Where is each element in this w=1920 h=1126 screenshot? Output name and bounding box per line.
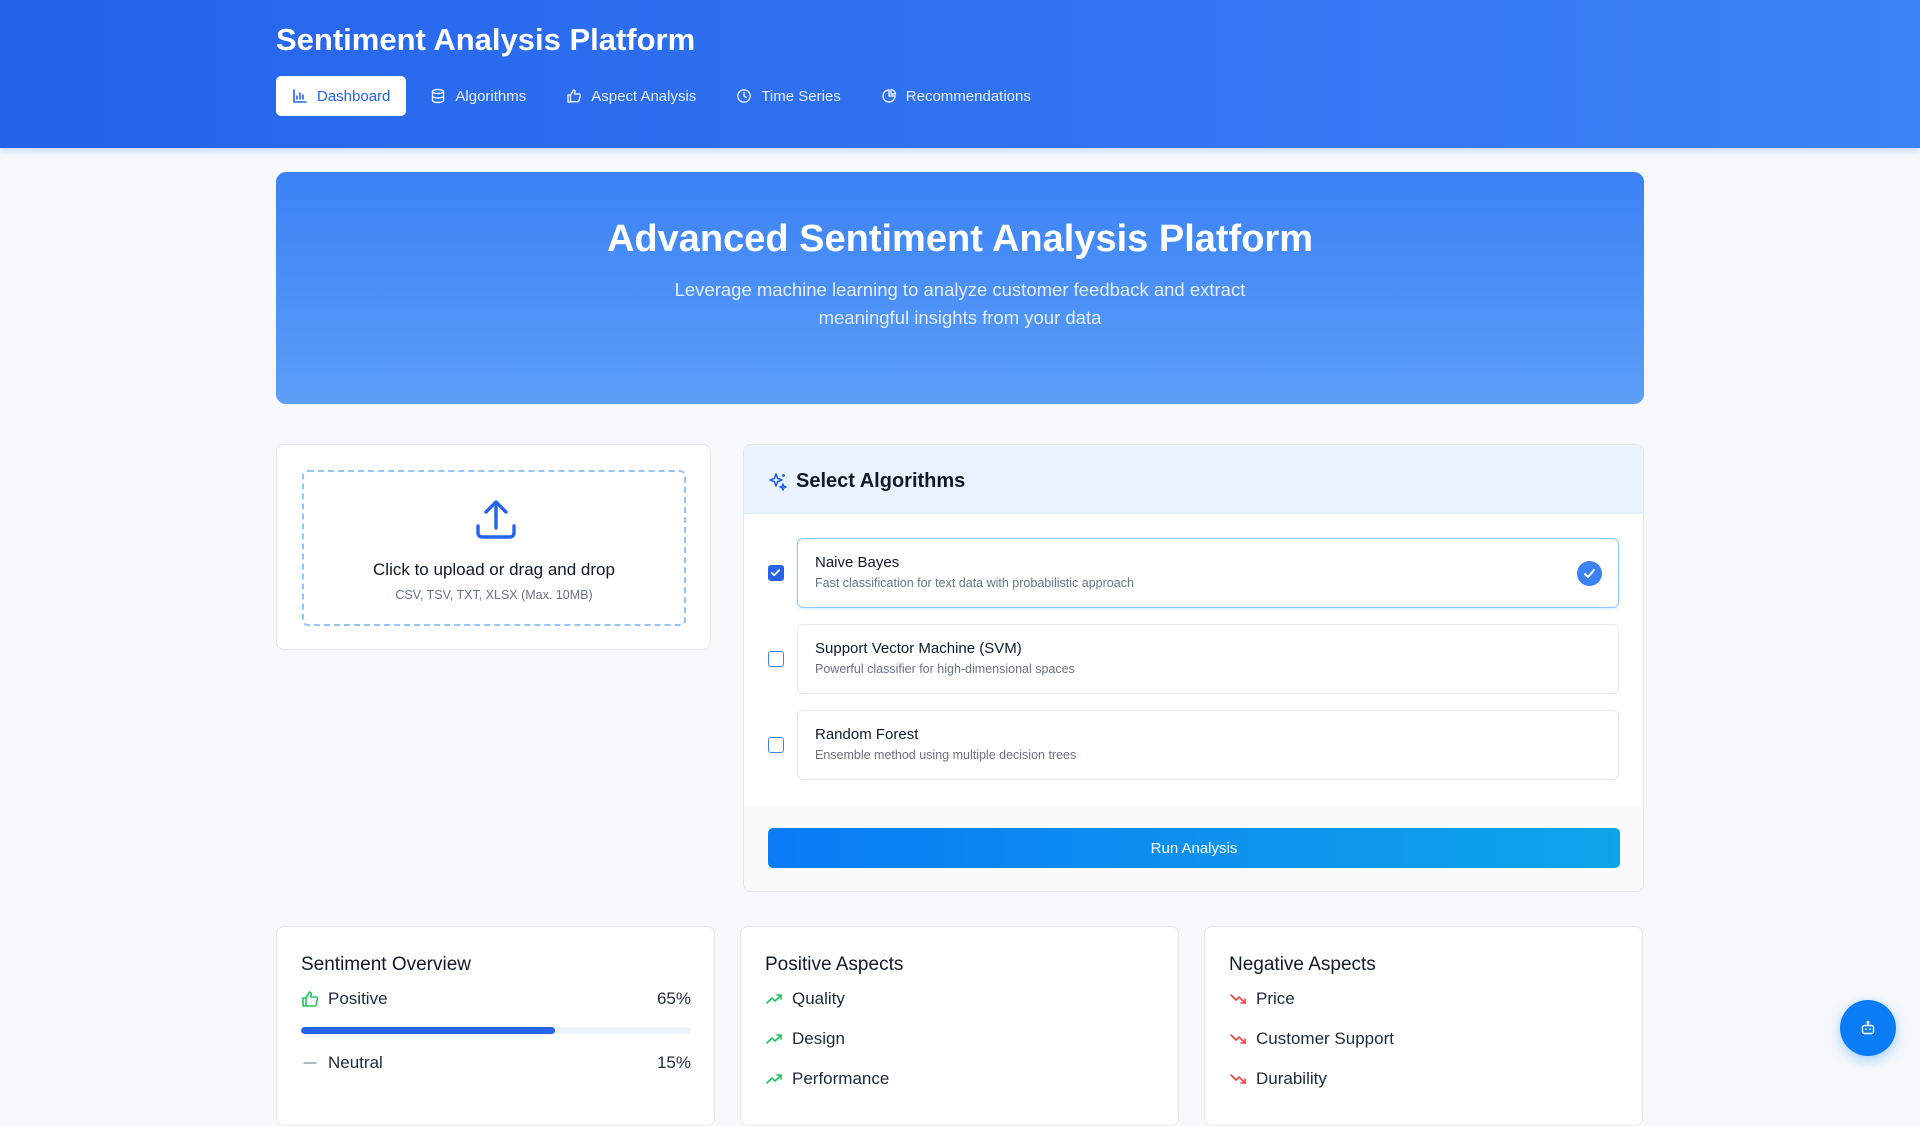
- overview-value: 65%: [656, 989, 691, 1008]
- algorithm-row-svm: Support Vector Machine (SVM) Powerful cl…: [768, 624, 1621, 694]
- hero-subtitle: Leverage machine learning to analyze cus…: [674, 279, 1246, 328]
- thumbs-up-icon: [302, 991, 319, 1007]
- aspect-label: Design: [792, 1029, 845, 1048]
- sentiment-overview-card: Sentiment Overview Positive 65% Neutral …: [276, 926, 715, 1126]
- trending-up-icon: [766, 1074, 782, 1084]
- aspect-label: Durability: [1256, 1069, 1327, 1088]
- nav-label: Aspect Analysis: [591, 87, 697, 105]
- overview-row-positive: Positive 65%: [301, 987, 691, 1011]
- algorithm-name: Random Forest: [815, 726, 919, 743]
- naive-bayes-checkbox[interactable]: [768, 565, 784, 581]
- sparkles-icon: [769, 473, 787, 491]
- nav-dashboard[interactable]: Dashboard: [276, 76, 407, 116]
- aspect-label: Price: [1256, 989, 1295, 1008]
- nav-recommendations[interactable]: Recommendations: [865, 76, 1047, 116]
- aspect-label: Performance: [792, 1069, 890, 1088]
- algorithms-footer: Run Analysis: [744, 805, 1643, 891]
- aspect-label: Customer Support: [1256, 1029, 1394, 1048]
- algorithm-option-svm[interactable]: Support Vector Machine (SVM) Powerful cl…: [797, 624, 1619, 694]
- run-analysis-button[interactable]: Run Analysis: [768, 828, 1620, 868]
- algorithm-option-random-forest[interactable]: Random Forest Ensemble method using mult…: [797, 710, 1619, 780]
- positive-progress-bar: [301, 1027, 691, 1034]
- database-icon: [432, 88, 445, 104]
- algorithms-header: Select Algorithms: [744, 445, 1643, 514]
- upload-card: Click to upload or drag and drop CSV, TS…: [276, 444, 711, 650]
- thumbs-up-icon: [567, 89, 582, 103]
- chatbot-fab[interactable]: [1840, 1000, 1896, 1056]
- algorithm-description: Ensemble method using multiple decision …: [815, 748, 1077, 762]
- nav-time-series[interactable]: Time Series: [720, 76, 856, 116]
- trending-up-icon: [766, 1034, 782, 1044]
- overview-label: Neutral: [328, 1053, 383, 1072]
- positive-aspects-card: Positive Aspects Quality Design Performa…: [740, 926, 1179, 1126]
- nav-label: Time Series: [761, 87, 841, 105]
- check-icon: [1584, 569, 1595, 578]
- file-dropzone[interactable]: Click to upload or drag and drop CSV, TS…: [302, 470, 686, 626]
- aspect-label: Quality: [792, 989, 845, 1008]
- trending-down-icon: [1230, 994, 1246, 1004]
- card-title: Negative Aspects: [1229, 954, 1376, 975]
- negative-aspects-card: Negative Aspects Price Customer Support …: [1204, 926, 1643, 1126]
- card-title: Positive Aspects: [765, 954, 904, 975]
- aspect-item: Design: [765, 1027, 1155, 1051]
- hero-banner: Advanced Sentiment Analysis Platform Lev…: [276, 172, 1644, 404]
- robot-icon: [1861, 1020, 1875, 1035]
- algorithm-name: Naive Bayes: [815, 554, 900, 571]
- algorithm-name: Support Vector Machine (SVM): [815, 640, 1022, 657]
- algorithm-description: Fast classification for text data with p…: [815, 576, 1134, 590]
- aspect-item: Durability: [1229, 1067, 1619, 1091]
- trending-up-icon: [766, 994, 782, 1004]
- main-nav: Dashboard Algorithms Aspect Analysis Tim…: [276, 76, 1047, 116]
- app-title: Sentiment Analysis Platform: [276, 22, 696, 57]
- algorithm-description: Powerful classifier for high-dimensional…: [815, 662, 1075, 676]
- algorithm-row-naive-bayes: Naive Bayes Fast classification for text…: [768, 538, 1621, 608]
- random-forest-checkbox[interactable]: [768, 737, 784, 753]
- algorithms-title: Select Algorithms: [796, 470, 966, 492]
- algorithm-row-random-forest: Random Forest Ensemble method using mult…: [768, 710, 1621, 780]
- upload-icon: [476, 500, 516, 539]
- aspect-item: Quality: [765, 987, 1155, 1011]
- pie-chart-icon: [882, 88, 896, 103]
- nav-label: Dashboard: [317, 87, 391, 105]
- upload-text: Click to upload or drag and drop: [373, 560, 615, 579]
- algorithm-option-naive-bayes[interactable]: Naive Bayes Fast classification for text…: [797, 538, 1619, 608]
- check-icon: [770, 569, 781, 577]
- overview-value: 15%: [656, 1053, 691, 1072]
- nav-label: Algorithms: [455, 87, 527, 105]
- aspect-item: Price: [1229, 987, 1619, 1011]
- upload-hint: CSV, TSV, TXT, XLSX (Max. 10MB): [395, 588, 593, 602]
- progress-fill: [301, 1027, 555, 1034]
- aspect-item: Performance: [765, 1067, 1155, 1091]
- trending-down-icon: [1230, 1034, 1246, 1044]
- nav-algorithms[interactable]: Algorithms: [414, 76, 542, 116]
- hero-title: Advanced Sentiment Analysis Platform: [606, 218, 1313, 260]
- overview-row-neutral: Neutral 15%: [301, 1051, 691, 1075]
- bar-chart-icon: [293, 89, 307, 103]
- nav-label: Recommendations: [905, 87, 1031, 105]
- overview-label: Positive: [328, 989, 388, 1008]
- trending-down-icon: [1230, 1074, 1246, 1084]
- app-header: Sentiment Analysis Platform Dashboard Al…: [0, 0, 1920, 148]
- minus-icon: [303, 1062, 317, 1064]
- aspect-item: Customer Support: [1229, 1027, 1619, 1051]
- nav-aspect-analysis[interactable]: Aspect Analysis: [550, 76, 712, 116]
- selected-badge: [1577, 561, 1602, 586]
- clock-icon: [737, 89, 752, 103]
- card-title: Sentiment Overview: [301, 954, 472, 975]
- algorithms-card: Select Algorithms Naive Bayes Fast class…: [743, 444, 1644, 892]
- svm-checkbox[interactable]: [768, 651, 784, 667]
